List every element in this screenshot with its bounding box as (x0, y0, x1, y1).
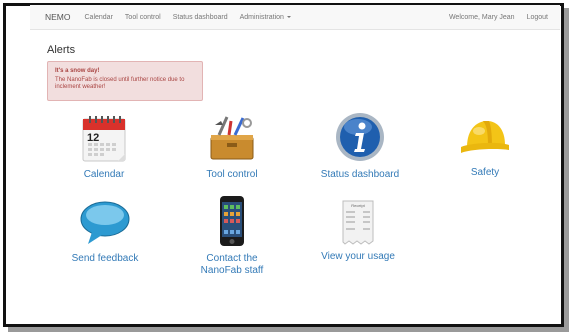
hardhat-icon (461, 121, 509, 153)
alerts-heading: Alerts (47, 44, 76, 56)
nav-calendar[interactable]: Calendar (85, 14, 113, 21)
tile-safety[interactable]: Safety (455, 115, 515, 179)
info-icon (336, 113, 384, 161)
navbar: NEMO Calendar Tool control Status dashbo… (30, 5, 560, 30)
phone-icon (220, 196, 244, 246)
brand-link[interactable]: NEMO (45, 12, 71, 22)
tile-calendar-label: Calendar (83, 169, 125, 180)
nav-status-dashboard[interactable]: Status dashboard (173, 14, 228, 21)
speech-bubble-icon (80, 201, 130, 244)
tile-tool-control-label: Tool control (206, 169, 258, 180)
tile-view-usage-label: View your usage (321, 251, 395, 262)
nav-administration[interactable]: Administration (240, 14, 291, 21)
alert-heading: It's a snow day! (55, 68, 100, 74)
tile-calendar[interactable]: 12 Calendar (70, 113, 138, 181)
welcome-text: Welcome, Mary Jean (448, 13, 515, 21)
toolbox-icon (210, 116, 254, 160)
tile-tool-control[interactable]: Tool control (195, 113, 269, 181)
tile-status-dashboard[interactable]: Status dashboard (315, 111, 405, 181)
tile-contact-label-line1: Contact the (206, 253, 258, 264)
logout-link[interactable]: Logout (527, 14, 548, 21)
tile-contact-label-line2: NanoFab staff (200, 265, 264, 276)
tile-contact-staff[interactable]: Contact the NanoFab staff (196, 195, 268, 277)
tile-send-feedback[interactable]: Send feedback (66, 199, 144, 265)
nav-administration-label: Administration (239, 13, 284, 21)
caret-down-icon (286, 15, 291, 18)
receipt-title: Receipt (351, 203, 365, 208)
nav-right: Welcome, Mary Jean Logout (449, 14, 560, 21)
alert-body: The NanoFab is closed until further noti… (55, 76, 185, 91)
tile-status-dashboard-label: Status dashboard (320, 169, 400, 180)
alert-box: It's a snow day! The NanoFab is closed u… (47, 61, 203, 101)
tile-view-usage[interactable]: Receipt View your usage (315, 199, 401, 263)
nav-tool-control[interactable]: Tool control (125, 14, 161, 21)
calendar-day: 12 (87, 132, 99, 144)
tile-send-feedback-label: Send feedback (71, 253, 139, 264)
tile-safety-label: Safety (470, 167, 500, 178)
receipt-icon: Receipt (342, 200, 374, 245)
calendar-icon: 12 (82, 116, 126, 162)
